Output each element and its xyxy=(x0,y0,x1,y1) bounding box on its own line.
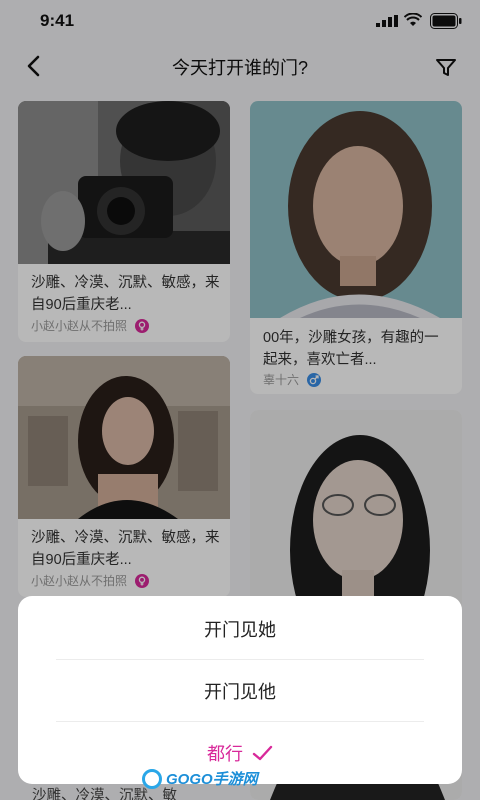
checkmark-icon xyxy=(252,745,273,761)
option-either-label: 都行 xyxy=(207,744,243,764)
watermark-text: GOGO手游网 xyxy=(166,771,258,788)
option-see-her[interactable]: 开门见她 xyxy=(18,598,462,660)
watermark-ring-icon xyxy=(142,768,162,789)
option-see-him[interactable]: 开门见他 xyxy=(18,660,462,722)
gender-choice-sheet: 开门见她 开门见他 都行 xyxy=(18,596,462,784)
option-see-her-label: 开门见她 xyxy=(204,620,276,640)
option-see-him-label: 开门见他 xyxy=(204,682,276,702)
watermark-logo: GOGO手游网 xyxy=(142,768,258,789)
